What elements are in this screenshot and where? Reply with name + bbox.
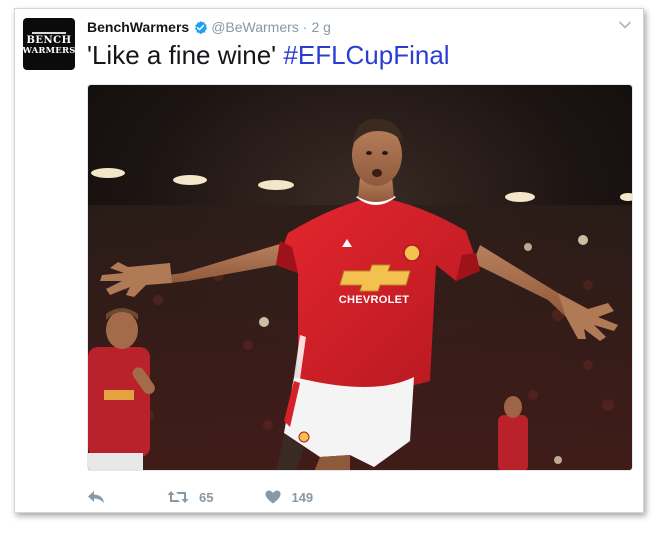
tweet-header: BenchWarmers @BeWarmers · 2 g bbox=[87, 18, 331, 36]
like-count: 149 bbox=[291, 489, 314, 505]
hashtag-link[interactable]: #EFLCupFinal bbox=[283, 40, 449, 70]
tweet-timestamp[interactable]: 2 g bbox=[311, 19, 330, 35]
tweet-text: 'Like a fine wine' #EFLCupFinal bbox=[87, 39, 450, 71]
header-separator: · bbox=[302, 19, 308, 35]
user-handle[interactable]: @BeWarmers bbox=[211, 19, 299, 35]
tweet-actions: 65 149 bbox=[87, 487, 313, 507]
avatar-logo-bar bbox=[32, 32, 66, 35]
tweet-card: BENCH WARMERS BenchWarmers @BeWarmers · … bbox=[14, 8, 644, 513]
display-name[interactable]: BenchWarmers bbox=[87, 19, 189, 35]
chevron-down-icon[interactable] bbox=[617, 17, 633, 33]
like-button[interactable]: 149 bbox=[265, 490, 313, 505]
reply-button[interactable] bbox=[87, 490, 105, 504]
tweet-photo[interactable]: CHEVROLET bbox=[87, 84, 633, 471]
retweet-button[interactable]: 65 bbox=[167, 490, 213, 505]
club-crest bbox=[403, 244, 421, 262]
avatar-text-line2: WARMERS bbox=[22, 45, 76, 56]
reply-icon bbox=[87, 490, 105, 504]
retweet-count: 65 bbox=[199, 489, 214, 505]
avatar[interactable]: BENCH WARMERS bbox=[22, 18, 76, 70]
retweet-icon bbox=[167, 490, 189, 504]
verified-badge-icon bbox=[193, 20, 208, 35]
jersey-sponsor-text: CHEVROLET bbox=[339, 294, 410, 306]
heart-icon bbox=[265, 490, 281, 504]
tweet-body: 'Like a fine wine' bbox=[87, 40, 277, 70]
